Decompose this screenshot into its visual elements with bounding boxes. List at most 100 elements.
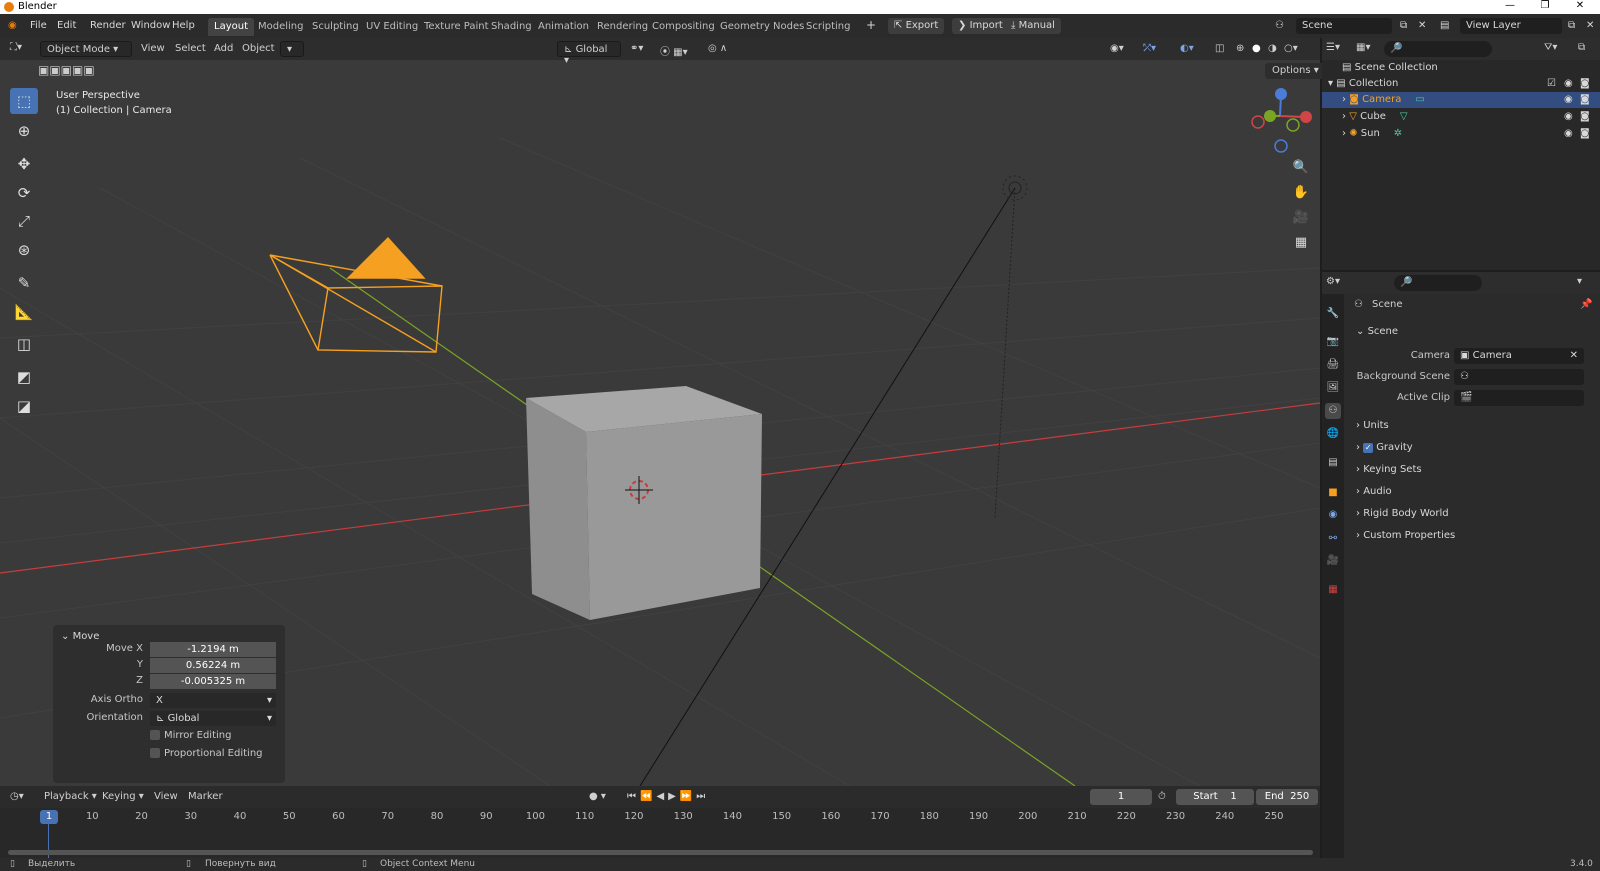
menu-select[interactable]: Select: [175, 43, 206, 54]
collection-checkbox-icon[interactable]: ☑: [1547, 76, 1556, 92]
eye-icon[interactable]: ◉: [1564, 109, 1573, 125]
playhead[interactable]: 1: [40, 810, 58, 824]
chevron-right-icon[interactable]: ›: [1342, 111, 1346, 122]
rendered-shading-icon[interactable]: ○▾: [1284, 43, 1298, 54]
tool-icon-extra-1[interactable]: ◩: [10, 364, 38, 390]
camera-render-icon[interactable]: ◙: [1580, 92, 1590, 108]
physics-tab-icon[interactable]: ◉: [1325, 507, 1341, 523]
add-cube-tool-icon[interactable]: ◫: [10, 331, 38, 357]
active-clip-field[interactable]: 🎬: [1454, 390, 1584, 406]
pin-icon[interactable]: 📌: [1580, 299, 1592, 310]
new-view-layer-icon[interactable]: ⧉: [1568, 20, 1575, 31]
menu-window[interactable]: Window: [131, 20, 170, 31]
record-icon[interactable]: ● ▾: [589, 791, 606, 802]
outliner-item-sun[interactable]: › ✺ Sun ✲ ◉ ◙: [1322, 126, 1600, 142]
overlay-icon[interactable]: ◐▾: [1180, 43, 1194, 54]
chevron-right-icon[interactable]: ›: [1342, 94, 1346, 105]
orientation-dropdown[interactable]: ⊾ Global ▾: [557, 41, 621, 66]
move-z-field[interactable]: -0.005325 m: [150, 674, 276, 689]
tool-icon-extra-2[interactable]: ◪: [10, 393, 38, 419]
panel-section-header[interactable]: › Custom Properties: [1356, 530, 1455, 541]
measure-tool-icon[interactable]: 📐: [10, 299, 38, 325]
new-scene-icon[interactable]: ⧉: [1400, 20, 1407, 31]
menu-playback[interactable]: Playback ▾: [44, 791, 97, 802]
orientation-dropdown[interactable]: ⊾ Global ▾: [150, 711, 276, 726]
timeline-scrollbar[interactable]: [8, 850, 1313, 855]
gravity-checkbox[interactable]: ✓: [1363, 443, 1374, 453]
menu-keying[interactable]: Keying ▾: [102, 791, 144, 802]
options-dropdown[interactable]: Options ▾: [1265, 63, 1326, 79]
menu-render[interactable]: Render: [90, 20, 126, 31]
visibility-icon[interactable]: ◉▾: [1110, 43, 1124, 54]
menu-view[interactable]: View: [141, 43, 165, 54]
eye-icon[interactable]: ◉: [1564, 126, 1573, 142]
camera-view-icon[interactable]: 🎥: [1290, 207, 1312, 229]
export-button[interactable]: ⇱ Export: [888, 18, 945, 34]
menu-marker[interactable]: Marker: [188, 791, 223, 802]
outliner-item-camera[interactable]: › ◙ Camera ▭ ◉ ◙: [1322, 92, 1600, 108]
selection-mode-icons[interactable]: ▣▣▣▣▣: [38, 63, 95, 77]
menu-help[interactable]: Help: [172, 20, 195, 31]
clear-icon[interactable]: ✕: [1570, 348, 1578, 364]
snap-icon[interactable]: ⦿ ▦▾: [660, 43, 688, 58]
manual-button[interactable]: ⤓ Manual: [1005, 18, 1061, 34]
zoom-icon[interactable]: 🔍: [1290, 157, 1312, 179]
filter-icon[interactable]: ⛛▾: [1544, 42, 1557, 53]
chevron-down-icon[interactable]: ▾: [1577, 276, 1582, 287]
panel-section-header[interactable]: › Rigid Body World: [1356, 508, 1449, 519]
xray-icon[interactable]: ◫: [1215, 43, 1224, 54]
background-scene-field[interactable]: ⚇: [1454, 369, 1584, 385]
properties-search-input[interactable]: 🔎: [1394, 275, 1482, 291]
editor-type-icon[interactable]: ⛶▾: [10, 42, 22, 53]
object-tab-icon[interactable]: ■: [1325, 485, 1341, 501]
workspace-tab[interactable]: Sculpting: [306, 18, 365, 36]
mode-dropdown[interactable]: Object Mode ▾: [40, 41, 132, 57]
workspace-tab[interactable]: Shading: [485, 18, 538, 36]
workspace-tab[interactable]: Layout: [208, 18, 254, 36]
world-tab-icon[interactable]: 🌐: [1325, 426, 1341, 442]
workspace-tab[interactable]: Geometry Nodes: [714, 18, 810, 36]
import-button[interactable]: ❯ Import: [952, 18, 1009, 34]
material-shading-icon[interactable]: ◑: [1268, 43, 1277, 54]
mirror-editing-checkbox[interactable]: Mirror Editing: [150, 730, 231, 741]
workspace-tab[interactable]: Compositing: [646, 18, 721, 36]
proportional-icon[interactable]: ◎ ∧: [708, 43, 727, 54]
chevron-right-icon[interactable]: ›: [1342, 128, 1346, 139]
move-tool-icon[interactable]: ✥: [10, 151, 38, 177]
camera-field[interactable]: ▣ Camera ✕: [1454, 348, 1584, 364]
panel-section-header[interactable]: › Keying Sets: [1356, 464, 1422, 475]
end-frame-field[interactable]: End 250: [1256, 789, 1318, 805]
timeline-editor-icon[interactable]: ◷▾: [10, 791, 24, 802]
select-box-icon[interactable]: ⬚: [10, 88, 38, 114]
scene-icon[interactable]: ⚇: [1275, 20, 1284, 31]
proportional-editing-checkbox[interactable]: Proportional Editing: [150, 748, 263, 759]
move-x-field[interactable]: -1.2194 m: [150, 642, 276, 657]
object-data-icon[interactable]: ✲: [1394, 128, 1402, 139]
current-frame-field[interactable]: 1: [1090, 789, 1152, 805]
solid-shading-icon[interactable]: ●: [1252, 43, 1261, 54]
object-data-icon[interactable]: ▭: [1415, 94, 1424, 105]
pan-hand-icon[interactable]: ✋: [1290, 182, 1312, 204]
panel-section-header[interactable]: › Units: [1356, 420, 1389, 431]
scale-tool-icon[interactable]: ⤢: [10, 208, 38, 234]
tool-tab-icon[interactable]: 🔧: [1325, 306, 1341, 322]
view-layer-icon[interactable]: ▤: [1440, 20, 1449, 31]
blender-menu-icon[interactable]: ◉: [8, 20, 17, 31]
timeline-area[interactable]: 1 10 20 30 40 50 60 70 80 90 100 110 120 130 140 150 16…: [0, 808, 1320, 858]
menu-timeline-view[interactable]: View: [154, 791, 178, 802]
scene-selector[interactable]: Scene: [1296, 18, 1392, 34]
menu-edit[interactable]: Edit: [57, 20, 76, 31]
panel-section-header[interactable]: › Audio: [1356, 486, 1392, 497]
render-tab-icon[interactable]: 📷: [1325, 334, 1341, 350]
navigation-gizmo[interactable]: [1251, 88, 1312, 153]
scene-section-header[interactable]: ⌄ Scene: [1356, 326, 1398, 337]
workspace-tab[interactable]: Texture Paint: [418, 18, 495, 36]
workspace-tab[interactable]: Animation: [532, 18, 595, 36]
delete-view-layer-icon[interactable]: ✕: [1586, 20, 1594, 31]
workspace-tab[interactable]: Modeling: [252, 18, 310, 36]
collection-tab-icon[interactable]: ▤: [1325, 455, 1341, 471]
restore-button[interactable]: ❐: [1530, 0, 1560, 14]
gizmo-icon[interactable]: ⤱▾: [1143, 43, 1156, 54]
menu-add[interactable]: Add: [214, 43, 233, 54]
menu-object[interactable]: Object: [242, 43, 275, 54]
